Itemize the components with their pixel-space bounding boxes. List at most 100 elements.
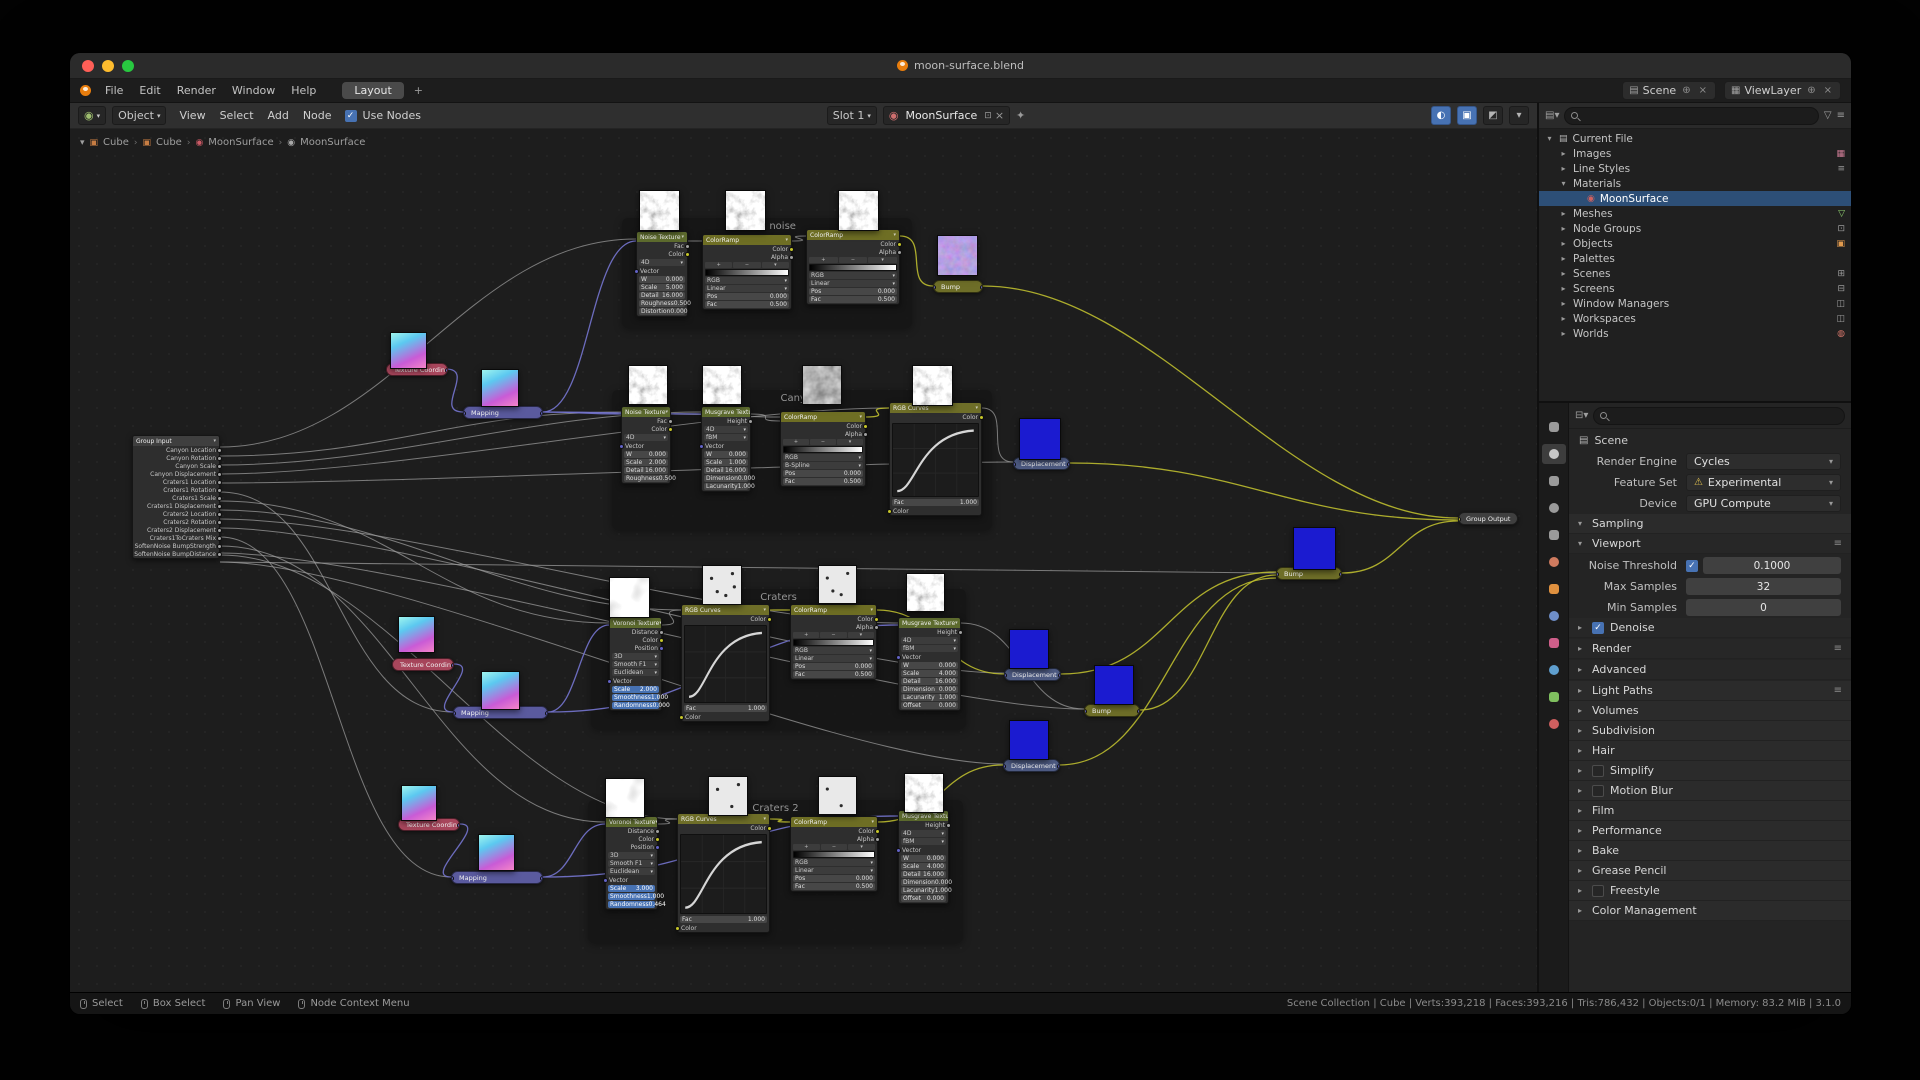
- node-row[interactable]: RGB▾: [793, 647, 874, 654]
- checkbox[interactable]: [1592, 785, 1604, 797]
- output-socket[interactable]: [685, 252, 690, 257]
- node-row[interactable]: W0.000: [901, 662, 958, 669]
- snapping-toggle[interactable]: ◐: [1431, 106, 1451, 125]
- disclosure-icon[interactable]: ▸: [1578, 846, 1586, 855]
- node-row[interactable]: Vector: [610, 677, 661, 685]
- disclosure-icon[interactable]: ▸: [1559, 149, 1568, 158]
- node-ramp-2[interactable]: ColorRamp▾ColorAlpha+−▾RGB▾Linear▾Pos0.0…: [806, 229, 900, 305]
- node-musgrave-1[interactable]: Musgrave Texture▾Height4D▾fBM▾VectorW0.0…: [701, 406, 751, 492]
- collapse-icon[interactable]: ▾: [681, 234, 684, 240]
- delete-scene-icon[interactable]: ×: [1697, 85, 1709, 96]
- node-row[interactable]: Dimension0.000: [704, 475, 748, 482]
- ramp-button[interactable]: +: [793, 844, 820, 850]
- node-row[interactable]: Distance: [606, 827, 657, 835]
- section-performance[interactable]: ▸Performance: [1569, 821, 1851, 841]
- node-header[interactable]: Musgrave Texture▾: [702, 407, 750, 417]
- output-socket[interactable]: [655, 837, 660, 842]
- section-motion-blur[interactable]: ▸Motion Blur: [1569, 781, 1851, 801]
- disclosure-icon[interactable]: ▸: [1559, 254, 1568, 263]
- output-socket[interactable]: [217, 512, 222, 517]
- disclosure-icon[interactable]: ▸: [1578, 886, 1586, 895]
- node-row[interactable]: W0.000: [639, 276, 685, 283]
- node-row[interactable]: Smooth F1▾: [612, 661, 659, 668]
- node-musgrave-3[interactable]: Musgrave Texture▾Height4D▾fBM▾VectorW0.0…: [898, 810, 949, 904]
- output-socket[interactable]: [217, 520, 222, 525]
- node-row[interactable]: Color: [678, 924, 769, 932]
- delete-viewlayer-icon[interactable]: ×: [1822, 85, 1834, 96]
- node-disp-3[interactable]: Displacement: [1003, 759, 1060, 772]
- section-sampling[interactable]: ▾Sampling: [1569, 514, 1851, 534]
- input-socket[interactable]: [1003, 764, 1006, 769]
- output-socket[interactable]: [217, 528, 222, 533]
- node-row[interactable]: Alpha: [807, 248, 899, 256]
- checkbox[interactable]: ✓: [1592, 622, 1604, 634]
- node-row[interactable]: Roughness0.500: [639, 300, 685, 307]
- disclosure-icon[interactable]: ▾: [1559, 179, 1568, 188]
- output-socket[interactable]: [217, 544, 222, 549]
- output-socket[interactable]: [659, 646, 664, 651]
- output-socket[interactable]: [874, 617, 879, 622]
- properties-tab-object[interactable]: [1542, 579, 1566, 599]
- node-row[interactable]: Vector: [622, 442, 670, 450]
- section-volumes[interactable]: ▸Volumes: [1569, 701, 1851, 721]
- disclosure-icon[interactable]: ▸: [1559, 284, 1568, 293]
- node-row[interactable]: Randomness0.464: [608, 901, 655, 908]
- ramp-button[interactable]: −: [820, 632, 846, 638]
- node-row[interactable]: Craters1 Rotation: [133, 486, 219, 494]
- snap-target-dropdown[interactable]: ◩: [1483, 106, 1503, 125]
- node-row[interactable]: Craters1ToCraters Mix: [133, 534, 219, 542]
- section-hair[interactable]: ▸Hair: [1569, 741, 1851, 761]
- editor-menu-item[interactable]: Add: [261, 107, 296, 124]
- outliner-row[interactable]: ▾Materials: [1539, 176, 1851, 191]
- node-row[interactable]: Color: [682, 713, 769, 721]
- node-row[interactable]: Scale5.000: [639, 284, 685, 291]
- input-socket[interactable]: [634, 269, 639, 274]
- node-group-output[interactable]: Group Output: [1458, 512, 1518, 525]
- input-socket[interactable]: [463, 411, 466, 416]
- outliner-search[interactable]: [1564, 107, 1818, 125]
- colorramp-gradient[interactable]: [809, 264, 897, 271]
- node-row[interactable]: 3D▾: [612, 653, 659, 660]
- node-tex-coord-2[interactable]: Texture Coordinate: [392, 658, 454, 671]
- node-ramp-3[interactable]: ColorRamp▾ColorAlpha+−▾RGB▾B-Spline▾Pos0…: [780, 411, 866, 487]
- node-row[interactable]: Pos0.000: [783, 470, 863, 477]
- colorramp-gradient[interactable]: [793, 639, 874, 646]
- section-color-management[interactable]: ▸Color Management: [1569, 901, 1851, 921]
- output-socket[interactable]: [685, 244, 690, 249]
- node-row[interactable]: Linear▾: [809, 280, 897, 287]
- output-socket[interactable]: [897, 242, 902, 247]
- outliner-row[interactable]: ▸Scenes⊞: [1539, 266, 1851, 281]
- output-socket[interactable]: [445, 368, 448, 373]
- section-film[interactable]: ▸Film: [1569, 801, 1851, 821]
- input-socket[interactable]: [607, 679, 612, 684]
- editor-menu-item[interactable]: Select: [213, 107, 261, 124]
- section-freestyle[interactable]: ▸Freestyle: [1569, 881, 1851, 901]
- output-socket[interactable]: [217, 536, 222, 541]
- input-socket[interactable]: [887, 509, 892, 514]
- node-row[interactable]: Roughness0.500: [624, 475, 668, 482]
- node-row[interactable]: Height: [702, 417, 750, 425]
- properties-search[interactable]: [1593, 407, 1845, 425]
- node-row[interactable]: Alpha: [703, 253, 791, 261]
- output-socket[interactable]: [789, 255, 794, 260]
- node-row[interactable]: SoftenNoise BumpStrength: [133, 542, 219, 550]
- node-row[interactable]: 4D▾: [704, 426, 748, 433]
- node-row[interactable]: Fac0.500: [783, 478, 863, 485]
- collapse-icon[interactable]: ▾: [870, 607, 873, 613]
- section-render[interactable]: ▸Render≡: [1569, 639, 1851, 659]
- input-socket[interactable]: [933, 285, 936, 290]
- outliner-type-icon[interactable]: ▤▾: [1545, 110, 1559, 121]
- node-row[interactable]: Detail16.000: [639, 292, 685, 299]
- menu-item[interactable]: Help: [283, 82, 324, 99]
- output-socket[interactable]: [668, 427, 673, 432]
- node-row[interactable]: Pos0.000: [809, 288, 897, 295]
- properties-type-icon[interactable]: ⊟▾: [1575, 410, 1588, 421]
- outliner-row[interactable]: ▸Window Managers◫: [1539, 296, 1851, 311]
- disclosure-icon[interactable]: ▾: [1578, 519, 1586, 528]
- node-header[interactable]: ColorRamp▾: [791, 817, 877, 827]
- node-row[interactable]: Smoothness1.000: [608, 893, 655, 900]
- node-row[interactable]: Fac0.500: [809, 296, 897, 303]
- node-musgrave-2[interactable]: Musgrave Texture▾Height4D▾fBM▾VectorW0.0…: [898, 617, 961, 711]
- node-curves-3[interactable]: RGB Curves▾ColorFac1.000Color: [677, 813, 770, 933]
- properties-tab-physics[interactable]: [1542, 660, 1566, 680]
